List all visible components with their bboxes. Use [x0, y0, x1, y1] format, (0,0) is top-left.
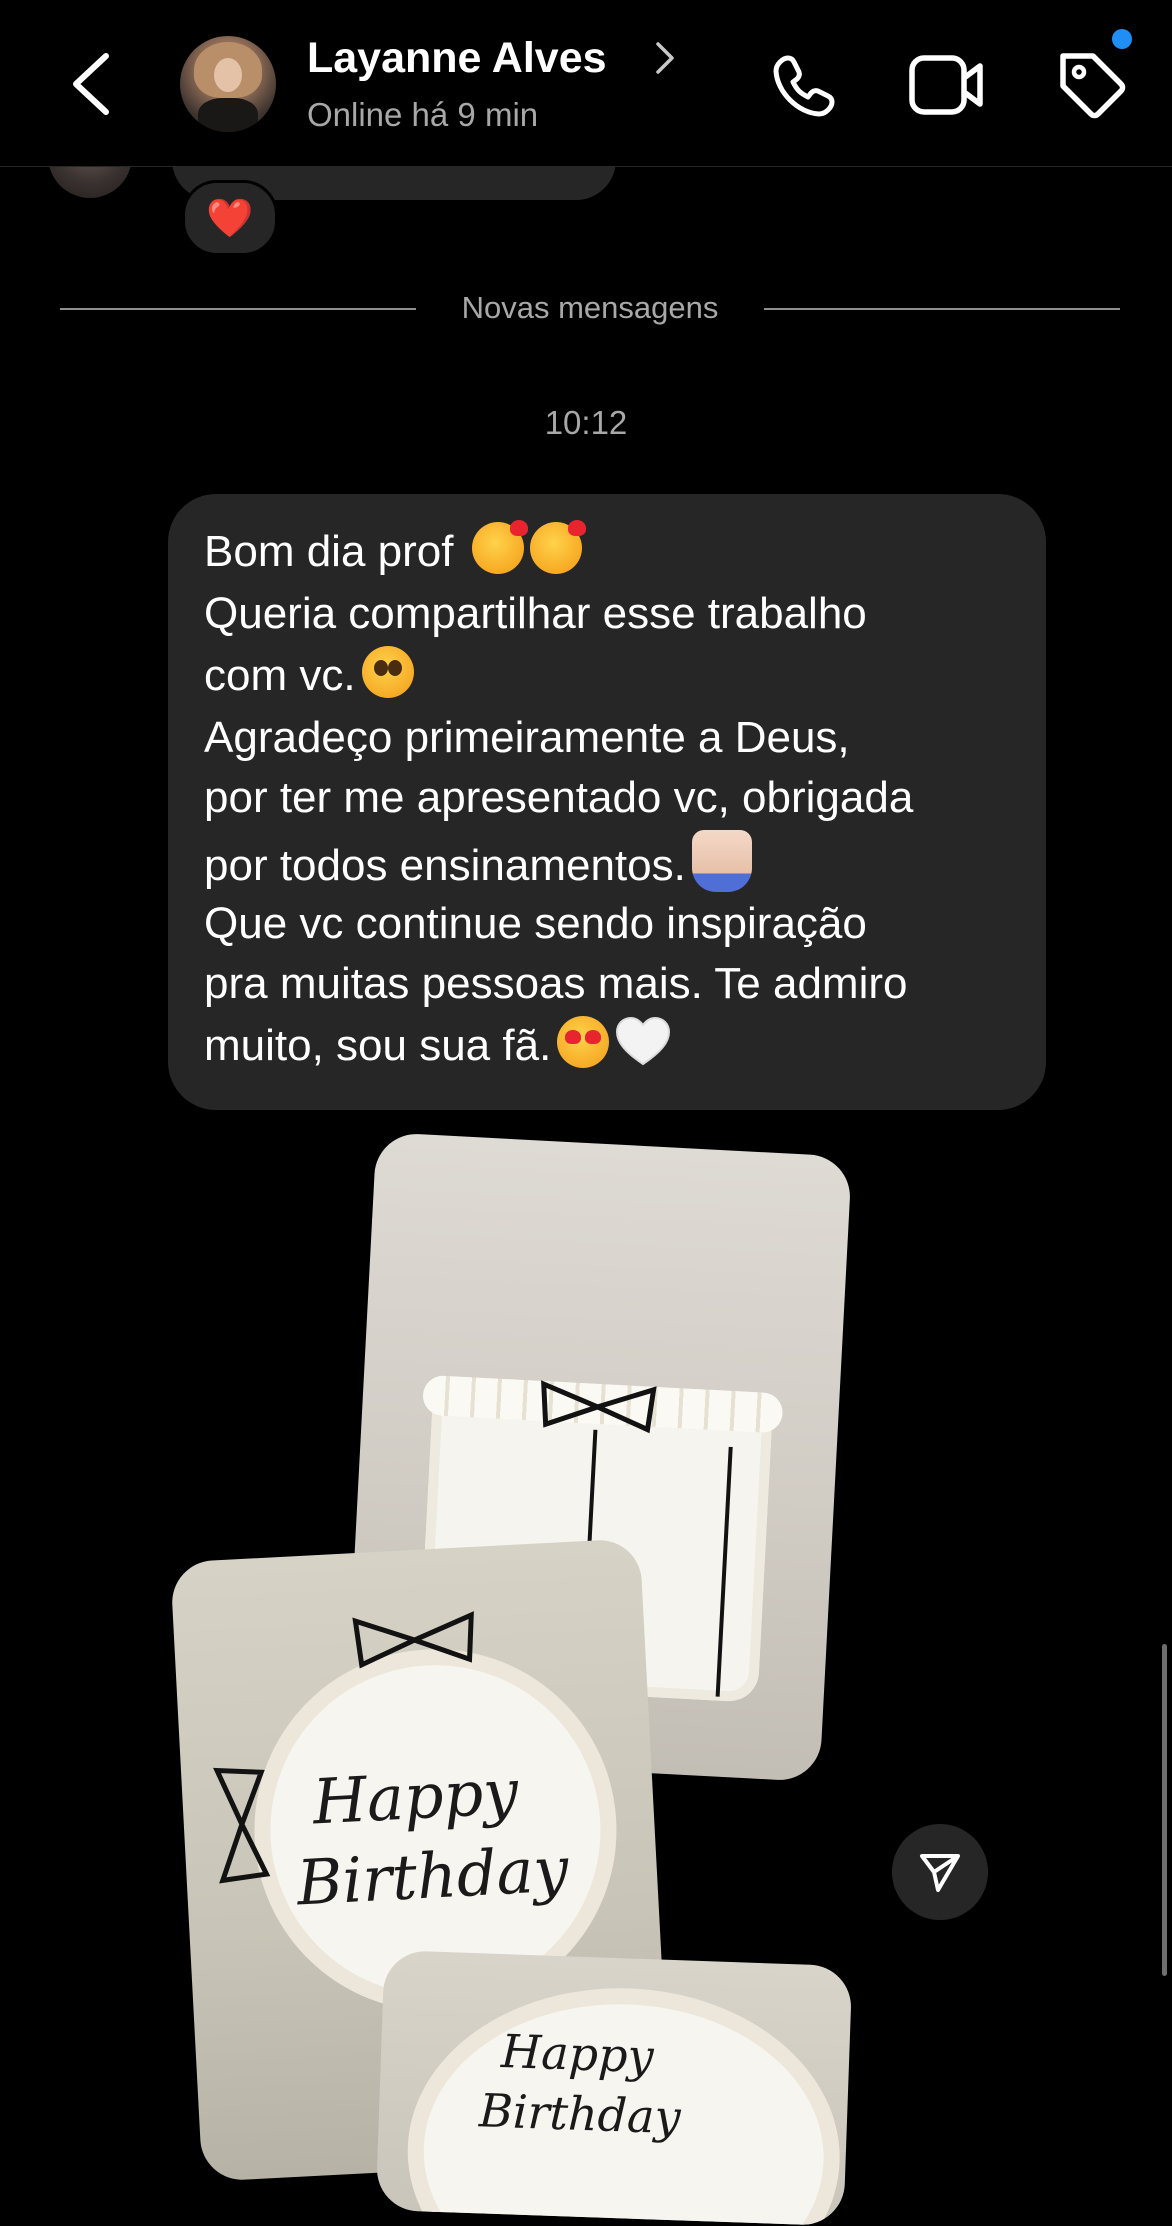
cake-photo[interactable]: Happy Birthday [375, 1949, 853, 2226]
bow-icon [541, 1380, 657, 1434]
back-button[interactable] [62, 50, 122, 118]
video-call-button[interactable] [908, 52, 986, 118]
new-messages-divider: Novas mensagens [461, 290, 719, 325]
video-camera-icon [909, 55, 983, 115]
chevron-left-icon [73, 53, 109, 115]
pleading-face-icon [361, 646, 414, 698]
cake-inscription: Birthday [295, 1832, 571, 1920]
online-status: Online há 9 min [307, 96, 539, 133]
smiling-face-with-hearts-icon [471, 520, 528, 574]
message-line: Bom dia prof [204, 520, 586, 580]
avatar-clothing [198, 98, 258, 132]
message-line: com vc. [204, 646, 414, 704]
smiling-face-with-hearts-icon [529, 520, 586, 574]
message-text: por todos ensinamentos. [204, 841, 686, 890]
tag-button[interactable] [1055, 48, 1127, 122]
message-line: Que vc continue sendo inspiração [204, 899, 867, 948]
white-heart-icon [615, 1016, 671, 1068]
share-button[interactable] [892, 1824, 988, 1920]
message-line: muito, sou sua fã. [204, 1016, 671, 1074]
tag-icon [1060, 53, 1126, 119]
message-line: Queria compartilhar esse trabalho [204, 589, 867, 638]
heart-eyes-face-icon [557, 1016, 610, 1068]
phone-icon [773, 55, 835, 117]
contact-name[interactable]: Layanne Alves [307, 34, 607, 83]
avatar-face [214, 58, 242, 92]
call-button[interactable] [768, 50, 840, 122]
chat-header: Layanne Alves Online há 9 min [0, 0, 1172, 167]
message-text: Bom dia prof [204, 527, 454, 576]
send-icon [920, 1854, 960, 1892]
message-line: pra muitas pessoas mais. Te admiro [204, 959, 908, 1008]
divider-line-right [764, 308, 1120, 310]
message-text: muito, sou sua fã. [204, 1021, 552, 1070]
message-line: por todos ensinamentos. [204, 830, 752, 894]
message-text: com vc. [204, 651, 356, 700]
chevron-right-icon[interactable] [654, 40, 676, 76]
message-line: Agradeço primeiramente a Deus, [204, 713, 850, 762]
contact-avatar[interactable] [180, 36, 276, 132]
cake-inscription: Happy [310, 1754, 520, 1839]
scrollbar[interactable] [1162, 1644, 1167, 1976]
message-bubble[interactable]: Bom dia prof Queria compartilhar esse tr… [168, 494, 1046, 1110]
bow-icon [352, 1611, 474, 1669]
bow-icon [213, 1767, 271, 1884]
message-line: por ter me apresentado vc, obrigada [204, 773, 914, 822]
cake-inscription: Happy [500, 2024, 655, 2084]
notification-dot [1112, 29, 1132, 49]
cake-inscription: Birthday [478, 2083, 682, 2145]
divider-line-left [60, 308, 416, 310]
message-timestamp: 10:12 [544, 404, 628, 441]
folded-hands-icon [691, 830, 752, 892]
heart-reaction[interactable]: ❤️ [182, 180, 278, 256]
